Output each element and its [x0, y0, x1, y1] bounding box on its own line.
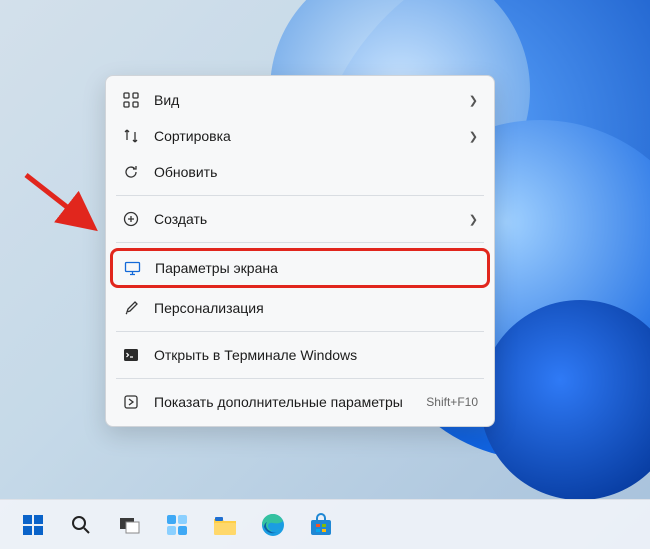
more-options-icon — [122, 393, 140, 411]
grid-icon — [122, 91, 140, 109]
terminal-icon — [122, 346, 140, 364]
menu-label: Параметры экрана — [155, 260, 477, 276]
menu-separator — [116, 331, 484, 332]
start-button[interactable] — [12, 504, 54, 546]
widgets-icon — [164, 512, 190, 538]
desktop[interactable]: Вид ❯ Сортировка ❯ Обновить Создать ❯ — [0, 0, 650, 549]
menu-item-open-terminal[interactable]: Открыть в Терминале Windows — [112, 337, 488, 373]
menu-item-new[interactable]: Создать ❯ — [112, 201, 488, 237]
menu-item-view[interactable]: Вид ❯ — [112, 82, 488, 118]
edge-icon — [260, 512, 286, 538]
file-explorer-button[interactable] — [204, 504, 246, 546]
store-icon — [308, 512, 334, 538]
store-button[interactable] — [300, 504, 342, 546]
menu-shortcut: Shift+F10 — [426, 395, 478, 409]
menu-label: Обновить — [154, 164, 478, 180]
folder-icon — [212, 512, 238, 538]
menu-separator — [116, 242, 484, 243]
sort-icon — [122, 127, 140, 145]
menu-label: Показать дополнительные параметры — [154, 394, 426, 410]
menu-separator — [116, 378, 484, 379]
display-icon — [123, 259, 141, 277]
menu-label: Персонализация — [154, 300, 478, 316]
task-view-button[interactable] — [108, 504, 150, 546]
desktop-context-menu: Вид ❯ Сортировка ❯ Обновить Создать ❯ — [105, 75, 495, 427]
menu-label: Вид — [154, 92, 469, 108]
menu-label: Открыть в Терминале Windows — [154, 347, 478, 363]
menu-item-show-more-options[interactable]: Показать дополнительные параметры Shift+… — [112, 384, 488, 420]
windows-icon — [20, 512, 46, 538]
edge-button[interactable] — [252, 504, 294, 546]
brush-icon — [122, 299, 140, 317]
menu-item-personalize[interactable]: Персонализация — [112, 290, 488, 326]
menu-item-refresh[interactable]: Обновить — [112, 154, 488, 190]
menu-item-display-settings[interactable]: Параметры экрана — [110, 248, 490, 288]
search-button[interactable] — [60, 504, 102, 546]
menu-separator — [116, 195, 484, 196]
refresh-icon — [122, 163, 140, 181]
chevron-right-icon: ❯ — [469, 213, 478, 226]
menu-label: Сортировка — [154, 128, 469, 144]
chevron-right-icon: ❯ — [469, 130, 478, 143]
plus-circle-icon — [122, 210, 140, 228]
task-view-icon — [116, 512, 142, 538]
annotation-arrow-icon — [22, 165, 102, 245]
menu-item-sort[interactable]: Сортировка ❯ — [112, 118, 488, 154]
search-icon — [68, 512, 94, 538]
widgets-button[interactable] — [156, 504, 198, 546]
taskbar — [0, 499, 650, 549]
chevron-right-icon: ❯ — [469, 94, 478, 107]
menu-label: Создать — [154, 211, 469, 227]
